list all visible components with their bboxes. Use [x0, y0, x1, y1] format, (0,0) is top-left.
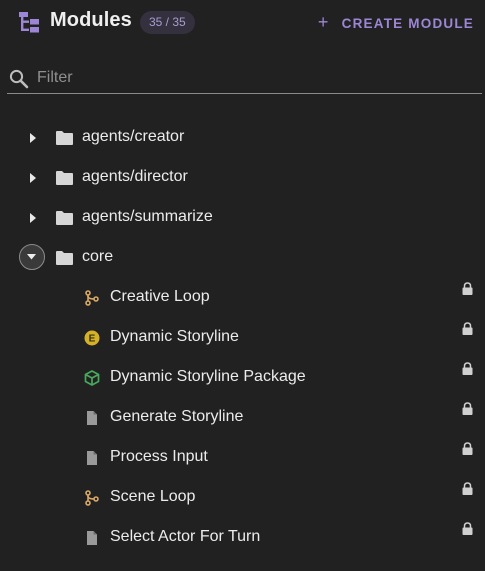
tree-item-generate-storyline[interactable]: Generate Storyline [0, 398, 485, 438]
file-icon [87, 531, 97, 545]
folder-icon [56, 171, 73, 185]
filter-field [7, 62, 482, 94]
flow-icon [85, 290, 99, 306]
lock-icon [462, 362, 473, 375]
caret-down-button[interactable] [19, 244, 45, 270]
panel-header: Modules 35 / 35 + CREATE MODULE [0, 0, 485, 46]
tree-folder-agents-creator[interactable]: agents/creator [0, 118, 485, 158]
caret-right-icon[interactable] [25, 210, 41, 226]
module-label: Dynamic Storyline Package [110, 368, 306, 385]
module-label: Creative Loop [110, 288, 210, 305]
plus-icon: + [317, 12, 330, 32]
folder-icon [56, 211, 73, 225]
module-label: Scene Loop [110, 488, 196, 505]
module-label: Process Input [110, 448, 208, 465]
lock-icon [462, 402, 473, 415]
svg-text:E: E [89, 334, 96, 345]
file-icon [87, 411, 97, 425]
tree-folder-core[interactable]: core [0, 238, 485, 278]
caret-right-icon[interactable] [25, 170, 41, 186]
tree-item-creative-loop[interactable]: Creative Loop [0, 278, 485, 318]
tree-item-process-input[interactable]: Process Input [0, 438, 485, 478]
folder-label: agents/director [82, 168, 188, 185]
folder-label: core [82, 248, 114, 265]
modules-icon [19, 12, 39, 33]
module-count-badge: 35 / 35 [140, 11, 195, 34]
lock-icon [462, 482, 473, 495]
caret-down-icon [27, 254, 36, 260]
folder-icon [56, 251, 73, 265]
module-label: Select Actor For Turn [110, 528, 261, 545]
tree-item-dynamic-storyline-package[interactable]: Dynamic Storyline Package [0, 358, 485, 398]
caret-right-icon[interactable] [25, 130, 41, 146]
page-title: Modules [50, 9, 132, 31]
search-icon [9, 69, 29, 89]
modules-panel: Modules 35 / 35 + CREATE MODULE agents/c… [0, 0, 485, 571]
create-module-label: CREATE MODULE [341, 15, 474, 31]
event-icon: E [84, 330, 100, 346]
folder-label: agents/summarize [82, 208, 213, 225]
module-label: Generate Storyline [110, 408, 244, 425]
flow-icon [85, 490, 99, 506]
tree-folder-agents-summarize[interactable]: agents/summarize [0, 198, 485, 238]
tree-folder-agents-director[interactable]: agents/director [0, 158, 485, 198]
file-icon [87, 451, 97, 465]
package-icon [84, 370, 100, 386]
folder-label: agents/creator [82, 128, 185, 145]
module-tree: agents/creator agents/director agents/su… [0, 118, 485, 558]
lock-icon [462, 282, 473, 295]
tree-item-dynamic-storyline[interactable]: E Dynamic Storyline [0, 318, 485, 358]
lock-icon [462, 322, 473, 335]
tree-item-select-actor-for-turn[interactable]: Select Actor For Turn [0, 518, 485, 558]
filter-input[interactable] [37, 66, 467, 90]
lock-icon [462, 442, 473, 455]
lock-icon [462, 522, 473, 535]
create-module-button[interactable]: + CREATE MODULE [318, 12, 474, 34]
module-label: Dynamic Storyline [110, 328, 239, 345]
folder-icon [56, 131, 73, 145]
tree-item-scene-loop[interactable]: Scene Loop [0, 478, 485, 518]
